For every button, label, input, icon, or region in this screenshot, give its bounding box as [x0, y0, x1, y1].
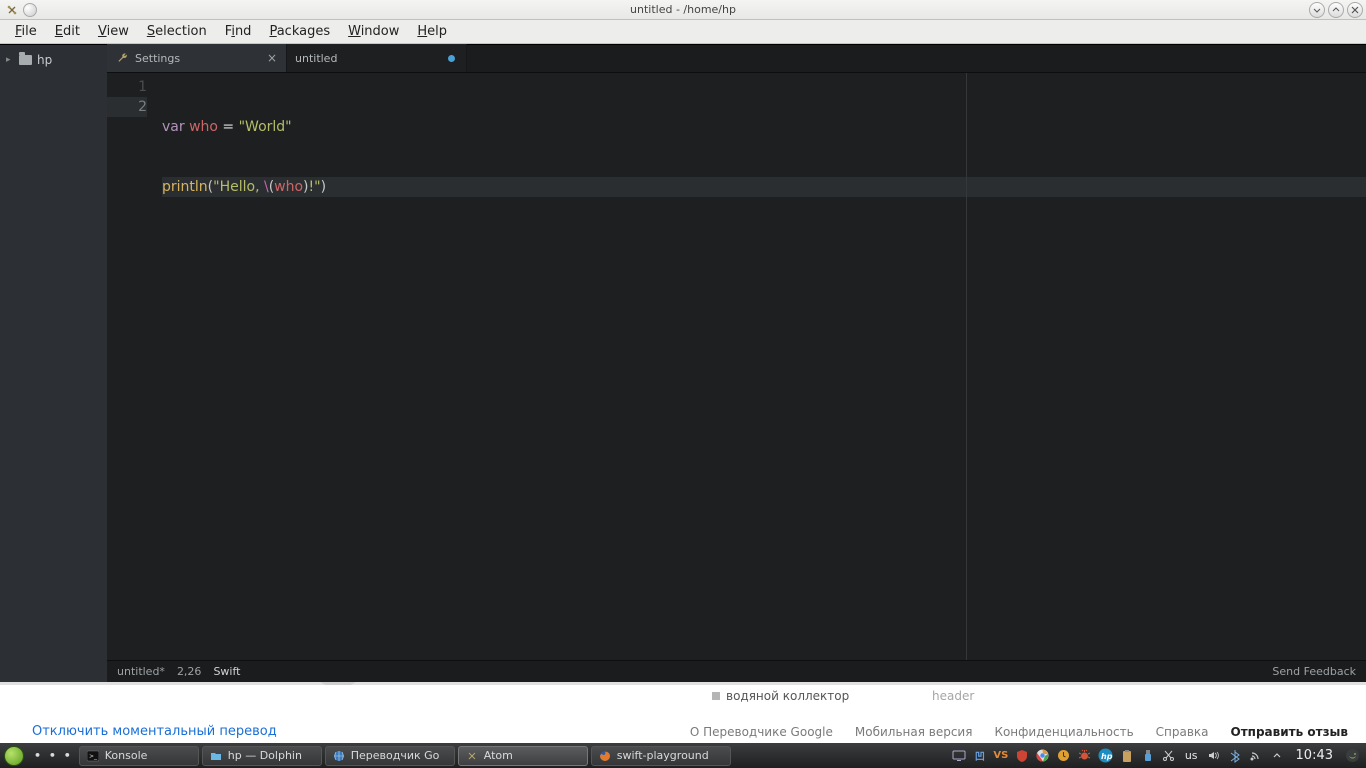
task-dolphin[interactable]: hp — Dolphin — [202, 746, 322, 766]
menu-file[interactable]: File — [6, 22, 46, 41]
activity-pager[interactable]: • • • — [34, 749, 73, 762]
wrench-icon — [115, 51, 129, 65]
tab-bar: Settings × untitled — [107, 45, 1366, 73]
mobile-link[interactable]: Мобильная версия — [855, 725, 973, 739]
window-titlebar: untitled - /home/hp — [0, 0, 1366, 20]
list-item[interactable]: водяной коллектор — [712, 689, 912, 703]
task-label: swift-playground — [617, 749, 709, 762]
hp-icon[interactable]: hp — [1098, 748, 1114, 764]
atom-icon — [466, 749, 479, 762]
menubar: File Edit View Selection Find Packages W… — [0, 20, 1366, 44]
menu-help[interactable]: Help — [408, 22, 456, 41]
task-konsole[interactable]: >_ Konsole — [79, 746, 199, 766]
code-editor[interactable]: 1 2 var who = "World" println("Hello, \(… — [107, 73, 1366, 682]
status-cursor-position[interactable]: 2,26 — [177, 665, 202, 678]
svg-text:>_: >_ — [89, 753, 98, 760]
task-label: Atom — [484, 749, 513, 762]
folder-icon — [210, 749, 223, 762]
shield-icon[interactable] — [1014, 748, 1030, 764]
line-number: 1 — [107, 77, 147, 97]
menu-view[interactable]: View — [89, 22, 138, 41]
task-label: Переводчик Go — [351, 749, 440, 762]
status-filename[interactable]: untitled* — [117, 665, 165, 678]
code-line: var who = "World" — [162, 117, 1366, 137]
tree-root-label: hp — [37, 53, 52, 67]
editor-column: Settings × untitled 1 2 var who = "World… — [107, 45, 1366, 682]
menu-selection[interactable]: Selection — [138, 22, 216, 41]
status-bar: untitled* 2,26 Swift Send Feedback — [107, 660, 1366, 682]
task-translate[interactable]: Переводчик Go — [325, 746, 455, 766]
svg-text:hp: hp — [1101, 752, 1113, 761]
clipboard-icon[interactable] — [1119, 748, 1135, 764]
clock[interactable]: 10:43 — [1296, 748, 1333, 763]
send-feedback-link[interactable]: Отправить отзыв — [1231, 725, 1348, 739]
app-icon — [5, 3, 19, 17]
about-link[interactable]: О Переводчике Google — [690, 725, 833, 739]
firefox-icon — [599, 749, 612, 762]
volume-icon[interactable] — [1206, 748, 1222, 764]
folder-icon — [19, 55, 32, 65]
maximize-button[interactable] — [1328, 2, 1344, 18]
code-line-current: println("Hello, \(who)!") — [162, 177, 1366, 197]
desktop-icon[interactable] — [951, 748, 967, 764]
background-browser: водяной коллектор header Отключить момен… — [0, 685, 1366, 743]
secondary-app-icon — [23, 3, 37, 17]
bullet-icon — [712, 692, 720, 700]
activity-icon[interactable]: 凹 — [972, 748, 988, 764]
system-tray: 凹 VS hp us 10:43 — [951, 748, 1362, 764]
line-number: 2 — [107, 97, 147, 117]
list-item-label: водяной коллектор — [726, 689, 849, 703]
menu-packages[interactable]: Packages — [260, 22, 339, 41]
task-label: hp — Dolphin — [228, 749, 302, 762]
window-title: untitled - /home/hp — [630, 3, 736, 16]
network-icon[interactable] — [1248, 748, 1264, 764]
tab-settings[interactable]: Settings × — [107, 44, 287, 72]
scissors-icon[interactable] — [1161, 748, 1177, 764]
bug-icon[interactable] — [1077, 748, 1093, 764]
chrome-icon[interactable] — [1035, 748, 1051, 764]
keyboard-layout[interactable]: us — [1185, 749, 1198, 762]
tab-settings-label: Settings — [135, 52, 180, 65]
close-button[interactable] — [1347, 2, 1363, 18]
menu-find[interactable]: Find — [216, 22, 261, 41]
close-icon[interactable]: × — [267, 51, 277, 65]
privacy-link[interactable]: Конфиденциальность — [994, 725, 1133, 739]
tab-untitled[interactable]: untitled — [287, 44, 467, 72]
menu-edit[interactable]: Edit — [46, 22, 89, 41]
globe-icon — [333, 749, 346, 762]
update-icon[interactable] — [1056, 748, 1072, 764]
minimize-button[interactable] — [1309, 2, 1325, 18]
code-content[interactable]: var who = "World" println("Hello, \(who)… — [155, 73, 1366, 682]
terminal-icon: >_ — [87, 749, 100, 762]
task-swift-playground[interactable]: swift-playground — [591, 746, 731, 766]
editor-shell: ▸ hp Settings × untitled 1 2 — [0, 44, 1366, 682]
bluetooth-icon[interactable] — [1227, 748, 1243, 764]
tree-root-folder[interactable]: ▸ hp — [0, 51, 107, 69]
task-label: Konsole — [105, 749, 148, 762]
usb-icon[interactable] — [1140, 748, 1156, 764]
file-tree[interactable]: ▸ hp — [0, 45, 107, 682]
menu-window[interactable]: Window — [339, 22, 408, 41]
chevron-up-icon[interactable] — [1269, 748, 1285, 764]
list-item-label: header — [932, 689, 1082, 703]
taskbar: • • • >_ Konsole hp — Dolphin Переводчик… — [0, 743, 1366, 768]
start-menu-button[interactable] — [4, 746, 24, 766]
status-language[interactable]: Swift — [213, 665, 240, 678]
disable-instant-translate-link[interactable]: Отключить моментальный перевод — [32, 724, 277, 739]
tab-untitled-label: untitled — [295, 52, 337, 65]
chevron-right-icon: ▸ — [6, 55, 14, 65]
help-link[interactable]: Справка — [1156, 725, 1209, 739]
unsaved-indicator-icon — [448, 55, 455, 62]
opensuse-icon[interactable] — [1344, 748, 1360, 764]
task-atom[interactable]: Atom — [458, 746, 588, 766]
send-feedback-link[interactable]: Send Feedback — [1272, 665, 1356, 678]
vs-icon[interactable]: VS — [993, 748, 1009, 764]
line-gutter: 1 2 — [107, 73, 155, 682]
